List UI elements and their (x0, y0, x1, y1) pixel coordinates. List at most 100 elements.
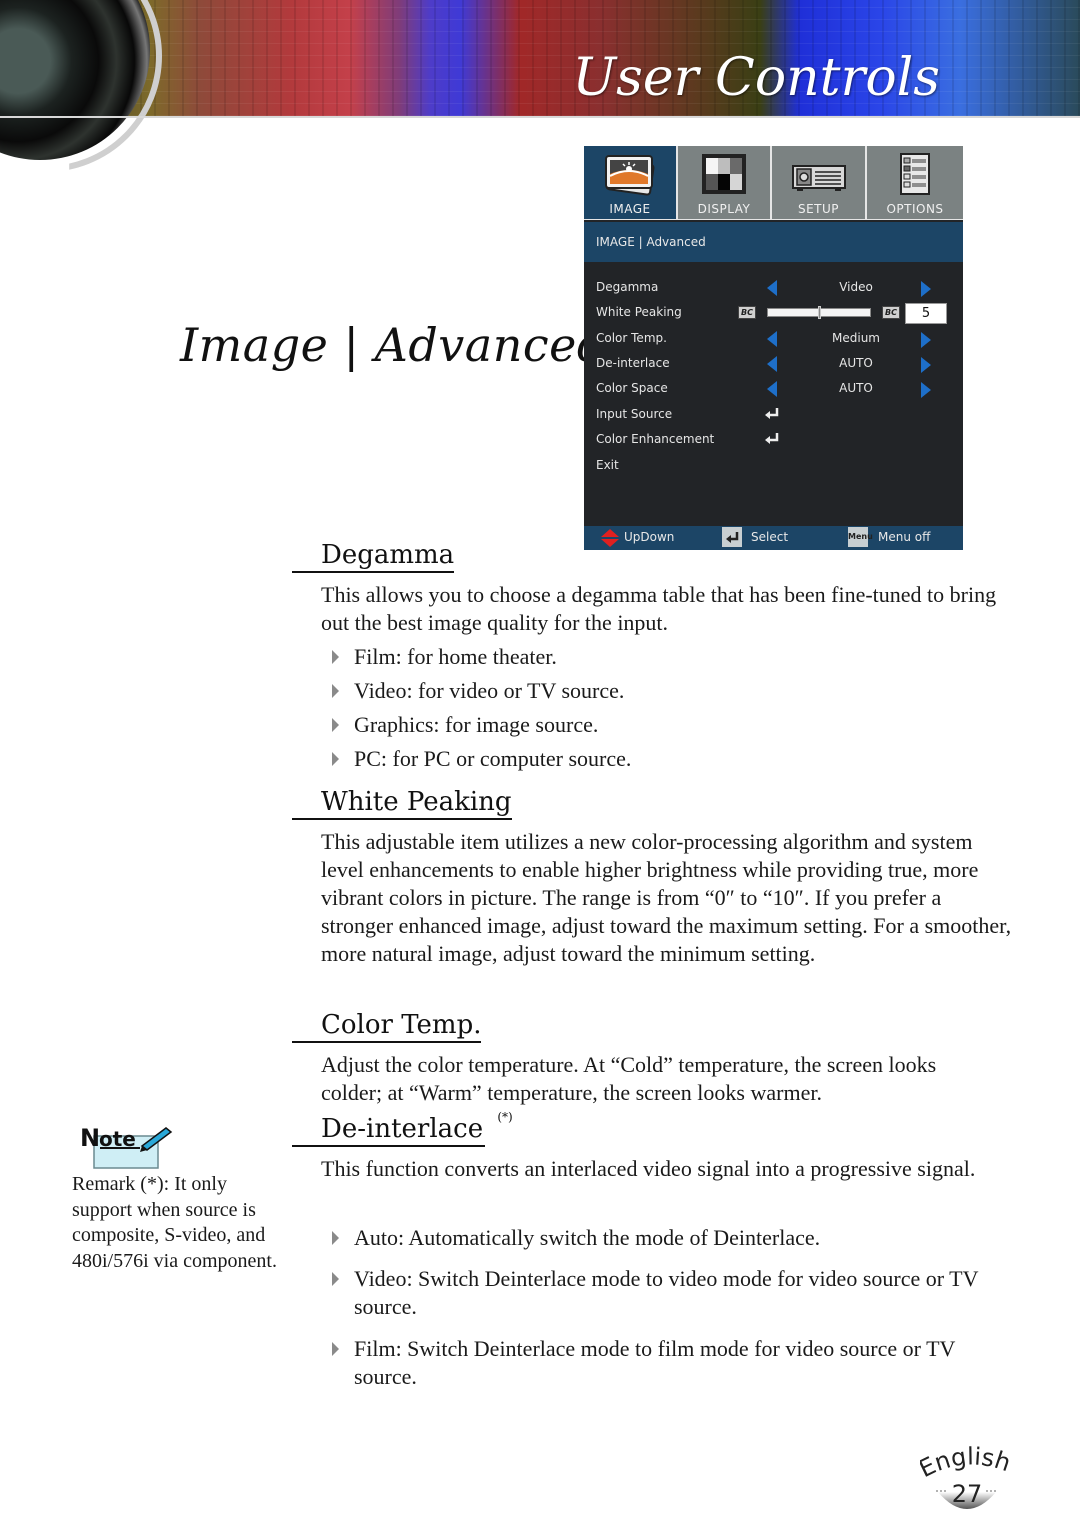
header-banner: User Controls (0, 0, 1080, 172)
osd-item-label: Color Enhancement (596, 432, 715, 446)
bullet-arrow-icon (332, 752, 339, 766)
footer-select-label: Select (751, 530, 789, 544)
display-icon (702, 154, 746, 194)
bc-min-icon: BC (738, 306, 756, 319)
bullet-arrow-icon (332, 1272, 339, 1286)
osd-item-label: Exit (596, 458, 619, 472)
osd-footer: UpDown Select Menu Menu off (584, 526, 963, 550)
list-item: Graphics: for image source. (332, 711, 1022, 739)
osd-item-degamma[interactable]: Degamma Video (584, 276, 963, 300)
osd-item-value: Video (839, 280, 873, 294)
projector-icon (791, 165, 846, 191)
svg-text:English: English (920, 1446, 1014, 1482)
right-arrow-icon[interactable] (921, 332, 931, 348)
list-item: Video: for video or TV source. (332, 677, 1022, 705)
enter-icon (765, 433, 779, 444)
osd-item-deinterlace[interactable]: De-interlace AUTO (584, 352, 963, 376)
osd-item-input-source[interactable]: Input Source (584, 403, 963, 427)
color-temp-description: Adjust the color temperature. At “Cold” … (321, 1052, 937, 1105)
section-title-text: White Peaking (321, 787, 512, 817)
right-arrow-icon[interactable] (921, 357, 931, 373)
title-underline (292, 818, 512, 820)
list-item-text: Film: Switch Deinterlace mode to film mo… (354, 1336, 956, 1389)
tab-display[interactable]: DISPLAY (678, 146, 770, 219)
section-title-color-temp: Color Temp. (292, 1010, 482, 1043)
degamma-description: This allows you to choose a degamma tabl… (321, 582, 997, 635)
osd-item-label: Degamma (596, 280, 659, 294)
white-peaking-slider[interactable] (767, 306, 871, 319)
osd-item-value: Medium (832, 331, 880, 345)
header-divider (0, 116, 1080, 118)
left-arrow-icon[interactable] (767, 331, 777, 347)
osd-item-color-enhancement[interactable]: Color Enhancement (584, 428, 963, 452)
osd-breadcrumb-text: IMAGE | Advanced (596, 235, 706, 249)
list-item-text: PC: for PC or computer source. (354, 746, 632, 771)
list-item: PC: for PC or computer source. (332, 745, 1022, 773)
tab-options-label: OPTIONS (886, 202, 944, 216)
osd-item-label: De-interlace (596, 356, 670, 370)
section-title-white-peaking: White Peaking (292, 787, 512, 820)
list-item: Film: Switch Deinterlace mode to film mo… (332, 1335, 1022, 1391)
list-item: Auto: Automatically switch the mode of D… (332, 1224, 1022, 1252)
right-arrow-icon[interactable] (921, 281, 931, 297)
options-list-icon (900, 153, 930, 195)
enter-icon (765, 408, 779, 419)
tab-setup-label: SETUP (797, 202, 840, 216)
left-arrow-icon[interactable] (767, 381, 777, 397)
image-icon (605, 155, 655, 196)
right-arrow-icon[interactable] (921, 382, 931, 398)
title-underline (292, 1041, 482, 1043)
select-key-icon (722, 527, 742, 547)
title-underline (292, 571, 455, 573)
osd-item-value: AUTO (839, 381, 873, 395)
language-text: English (920, 1446, 1014, 1482)
menu-key-icon: Menu (848, 527, 873, 547)
section-title-text: Degamma (321, 540, 455, 570)
osd-tab-bar: IMAGE DISPLAY SETUP OPTIONS (584, 146, 963, 220)
page-number-badge: 27 (934, 1480, 1000, 1516)
deinterlace-description: This function converts an interlaced vid… (321, 1156, 976, 1181)
tab-setup[interactable]: SETUP (772, 146, 865, 219)
svg-text:N: N (80, 1124, 100, 1152)
note-icon: N ote (80, 1124, 173, 1169)
white-peaking-value: 5 (905, 303, 947, 324)
osd-item-value: AUTO (839, 356, 873, 370)
osd-item-label: Color Temp. (596, 331, 667, 345)
osd-item-label: Color Space (596, 381, 668, 395)
tab-display-label: DISPLAY (697, 202, 751, 216)
bullet-arrow-icon (332, 684, 339, 698)
list-item-text: Graphics: for image source. (354, 712, 599, 737)
osd-item-label: Input Source (596, 407, 673, 421)
footer-menu-off-label: Menu off (878, 530, 931, 544)
osd-menu: IMAGE DISPLAY SETUP OPTIONS IMAGE | Adva… (584, 146, 963, 550)
section-title-degamma: Degamma (292, 540, 455, 573)
osd-item-color-space[interactable]: Color Space AUTO (584, 377, 963, 401)
bullet-arrow-icon (332, 1231, 339, 1245)
section-title-text: De-interlace (321, 1114, 484, 1144)
osd-item-label: White Peaking (596, 305, 682, 319)
list-item: Video: Switch Deinterlace mode to video … (332, 1265, 1022, 1321)
osd-item-exit[interactable]: Exit (584, 454, 963, 478)
page-title: Image | Advanced (180, 318, 607, 372)
tab-options[interactable]: OPTIONS (867, 146, 963, 219)
footer-updown-label: UpDown (624, 530, 675, 544)
note-remark: Remark (*): It only support when source … (72, 1173, 277, 1272)
bullet-arrow-icon (332, 1342, 339, 1356)
updown-arrows-icon (601, 529, 619, 547)
osd-item-color-temp[interactable]: Color Temp. Medium (584, 327, 963, 351)
title-underline (292, 1145, 485, 1147)
page-number: 27 (951, 1480, 983, 1508)
list-item-text: Auto: Automatically switch the mode of D… (354, 1225, 821, 1250)
section-title-deinterlace: De-interlace (*) (292, 1110, 513, 1147)
slider-thumb[interactable] (818, 306, 821, 319)
bullet-arrow-icon (332, 650, 339, 664)
tab-image-label: IMAGE (609, 202, 651, 216)
bc-max-icon: BC (882, 306, 900, 319)
osd-item-white-peaking[interactable]: White Peaking BC BC 5 (584, 301, 963, 325)
tab-image[interactable]: IMAGE (584, 146, 676, 219)
left-arrow-icon[interactable] (767, 280, 777, 296)
left-arrow-icon[interactable] (767, 356, 777, 372)
bullet-arrow-icon (332, 718, 339, 732)
section-title-text: Color Temp. (321, 1010, 482, 1040)
list-item-text: Video: for video or TV source. (354, 678, 625, 703)
